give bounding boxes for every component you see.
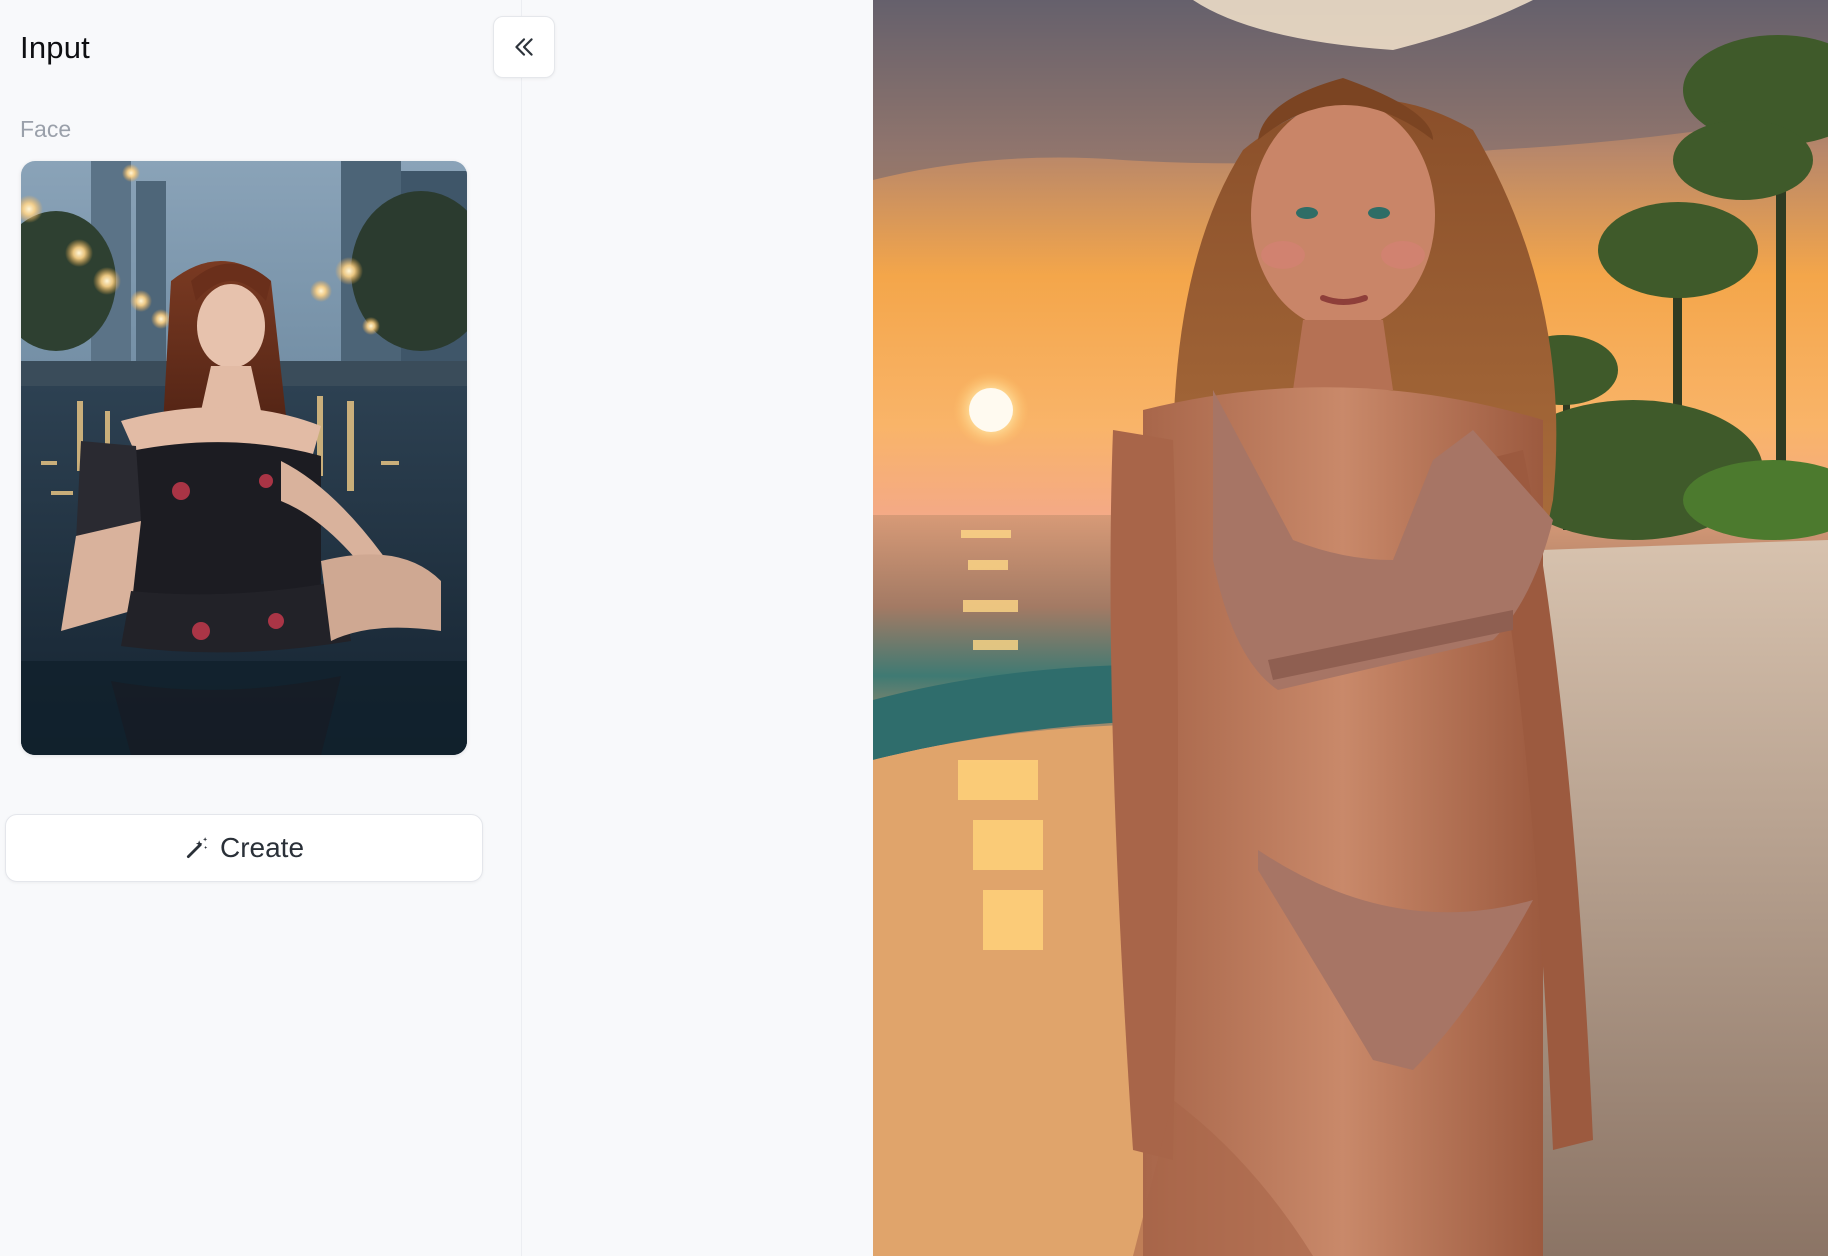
collapse-panel-button[interactable]	[493, 16, 555, 78]
input-panel: Input Face Create	[0, 0, 522, 1256]
double-chevron-left-icon	[511, 34, 537, 60]
face-image[interactable]	[21, 161, 467, 755]
panel-header: Input	[0, 0, 522, 96]
generated-image	[873, 0, 1828, 1256]
magic-wand-icon	[184, 835, 210, 861]
create-button-label: Create	[219, 832, 305, 863]
app-window: Input Face Create	[0, 0, 1828, 1256]
panel-title: Input	[20, 30, 90, 65]
face-label: Face	[20, 116, 72, 142]
create-button[interactable]: Create	[5, 814, 483, 882]
